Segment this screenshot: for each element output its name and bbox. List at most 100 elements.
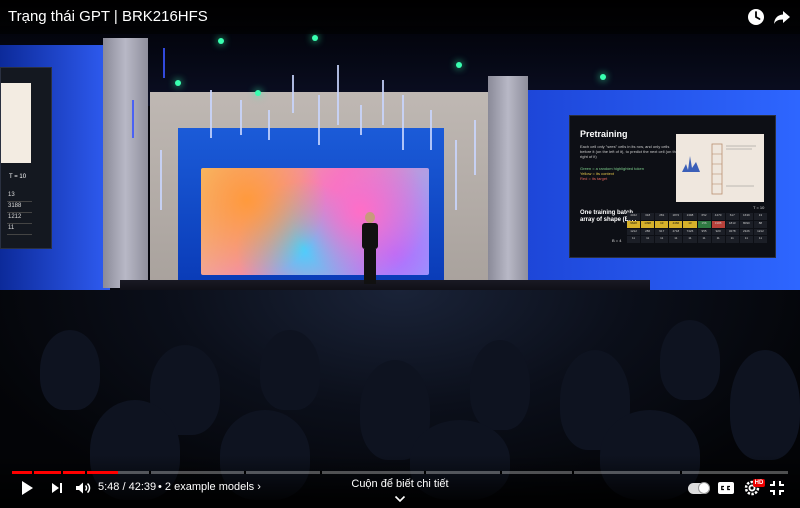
hanging-light [210,90,212,138]
grid-cell: 1639 [739,213,753,220]
grid-cell: 88 [753,220,767,228]
hanging-light [163,48,165,78]
grid-cell: 1212 [627,228,641,236]
volume-button[interactable] [74,479,92,497]
clock-icon[interactable] [746,7,766,27]
video-title[interactable]: Trạng thái GPT | BRK216HFS [8,8,208,25]
left-slide-row: 11 [7,225,32,235]
ceiling-light [175,80,181,86]
grid-cell: 11 [627,236,641,243]
grid-cell: 617 [725,213,739,220]
grid-cell: 11 [683,236,697,243]
hanging-light [474,120,476,175]
grid-cell: 9628 [627,220,641,228]
video-frame[interactable]: T = 10 13 3188 1212 11 Pretraining Each … [0,0,800,500]
grid-cell: 3188 [711,220,725,228]
slide-b-label: B = 4 [612,238,622,243]
grid-cell: 11 [725,236,739,243]
chapter-marker [424,471,426,474]
play-button[interactable] [18,479,36,497]
right-pillar [488,76,528,284]
legend-red: Red = its target [580,176,608,181]
hanging-light [430,110,432,150]
grid-cell: 7426 [683,228,697,236]
chapter-marker [85,471,87,474]
left-slide-paper [1,83,31,163]
right-slide: Pretraining Each cell only "sees" cells … [569,115,776,258]
grid-cell: 11 [753,236,767,243]
skip-next-icon [52,483,62,493]
grid-cell: 156 [697,220,711,228]
ceiling-light [456,62,462,68]
hanging-light [360,105,362,135]
grid-cell: 652 [697,213,711,220]
subtitles-button[interactable] [716,479,736,497]
chapter-title[interactable]: • 2 example models › [158,481,261,493]
captions-icon [718,482,734,494]
chapter-marker [500,471,502,474]
grid-cell: 11 [641,236,655,243]
grid-cell: 11 [739,236,753,243]
hanging-light [318,95,320,145]
grid-cell: 13 [683,220,697,228]
chapter-label: • 2 example models [158,481,255,493]
grid-cell: 1398 [641,220,655,228]
hanging-light [292,75,294,113]
grid-cell: 955 [697,228,711,236]
grid-cell: 286 [641,228,655,236]
slide-token-grid: 4342 318 281 1872 1398 652 4470 617 1639 13 9628 13… [627,213,767,243]
chevron-right-icon: › [257,481,261,493]
chevron-down-icon[interactable] [394,490,406,503]
left-slide: T = 10 13 3188 1212 11 [0,67,52,249]
grid-cell: 4342 [627,213,641,220]
grid-cell: 318 [641,213,655,220]
hanging-light [402,95,404,150]
grid-cell: 917 [655,228,669,236]
hanging-light [160,150,162,210]
grid-cell: 281 [655,213,669,220]
grid-cell: 11 [711,236,725,243]
chapter-marker [572,471,574,474]
progress-bar[interactable] [12,471,788,474]
grid-cell: 13 [655,220,669,228]
scroll-for-details[interactable]: Cuộn để biết chi tiết [340,478,460,490]
ceiling-light [218,38,224,44]
chapter-marker [680,471,682,474]
grid-cell: 3278 [725,228,739,236]
hanging-light [382,80,384,125]
hanging-light [240,100,242,135]
exit-fullscreen-icon [770,481,784,495]
share-arrow-icon[interactable] [772,7,792,27]
ceiling-light [255,90,261,96]
exit-fullscreen-button[interactable] [768,479,786,497]
chapter-marker [61,471,63,474]
time-display: 5:48 / 42:39 [98,481,157,493]
grid-cell: 4466 [669,220,683,228]
grid-cell: 1398 [683,213,697,220]
left-slide-row: 13 [7,192,32,202]
hanging-light [337,65,339,125]
stage-screen [201,168,429,275]
grid-cell: 11 [697,236,711,243]
hanging-light [132,100,134,138]
grid-cell: 2326 [739,228,753,236]
grid-cell: 1813 [725,220,739,228]
presenter [361,212,379,284]
grid-cell: 920 [711,228,725,236]
slide-title: Pretraining [580,129,628,139]
slide-diagram-card [676,134,764,202]
autoplay-toggle[interactable] [688,482,710,494]
grid-cell: 8090 [739,220,753,228]
next-button[interactable] [48,479,66,497]
left-slide-row: 1212 [7,214,32,224]
slide-diagram [682,143,756,195]
play-icon [22,481,33,495]
left-pillar [103,38,148,288]
progress-played [12,471,118,474]
ceiling-light [600,74,606,80]
hanging-light [268,110,270,140]
grid-cell: 11 [669,236,683,243]
ceiling-light [312,35,318,41]
left-slide-row: 3188 [7,203,32,213]
chapter-marker [32,471,34,474]
